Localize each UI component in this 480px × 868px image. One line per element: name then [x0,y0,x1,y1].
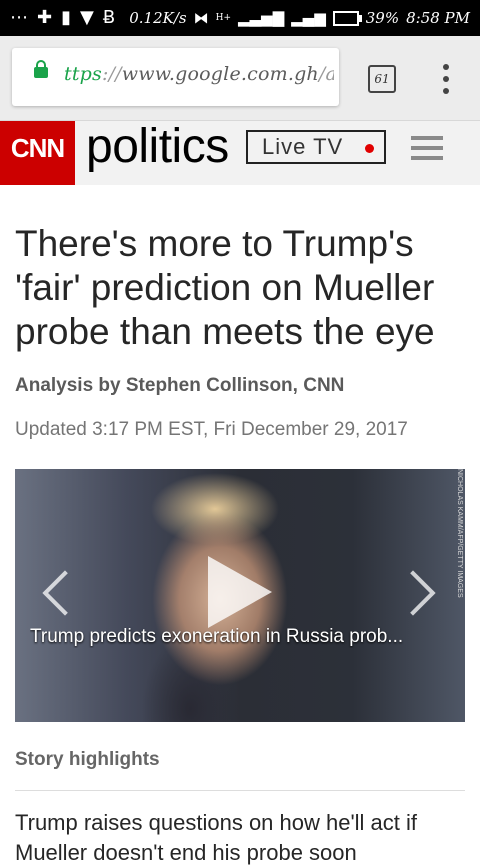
article-byline: Analysis by Stephen Collinson, CNN [15,375,345,396]
video-player[interactable]: NICHOLAS KAMM/AFP/GETTY IMAGES Trump pre… [15,469,465,722]
previous-video-icon[interactable] [42,570,88,616]
url-text[interactable]: ttps://www.google.com.gh/a [64,63,334,85]
section-title[interactable]: politics [86,119,229,174]
battery-icon [332,10,362,26]
live-tv-label: Live TV [262,134,344,159]
story-highlight-item: Trump raises questions on how he'll act … [15,810,418,865]
overflow-menu-icon[interactable] [438,64,454,94]
address-bar[interactable]: ttps://www.google.com.gh/a [12,48,339,106]
url-scheme: ttps [64,63,102,85]
notification-icons: ⋯ ✚ ▮ ▼ Ƀ [10,6,115,30]
video-caption: Trump predicts exoneration in Russia pro… [30,626,404,647]
play-icon[interactable] [208,556,272,628]
alert-icon: ▮ [61,7,71,28]
more-dots-icon: ⋯ [10,7,28,28]
shield-icon: ▼ [80,7,94,28]
browser-toolbar: ttps://www.google.com.gh/a 61 [0,36,480,120]
live-indicator-icon [365,144,374,153]
clock: 8:58 PM [406,9,470,27]
url-path: /a [318,63,334,85]
live-tv-button[interactable]: Live TV [246,130,386,164]
hamburger-menu-icon[interactable] [411,136,443,160]
bitcoin-icon: Ƀ [102,7,116,28]
vibrate-icon: ⧓ [193,9,209,27]
signal-bars-icon: ▂▃▅▇ [237,9,285,27]
plus-icon: ✚ [37,7,53,28]
divider [15,790,465,791]
tab-switcher-button[interactable]: 61 [368,65,396,93]
next-video-icon[interactable] [390,570,436,616]
signal-h-plus-icon: H+ [215,13,231,23]
url-host: www.google.com.gh [121,63,319,85]
cnn-logo[interactable]: CNN [0,121,75,185]
article-headline: There's more to Trump's 'fair' predictio… [15,223,435,352]
system-indicators: 0.12K/s ⧓ H+ ▂▃▅▇ ▂▄▆ 39% 8:58 PM [129,6,470,30]
battery-percent: 39% [365,9,400,27]
article-timestamp: Updated 3:17 PM EST, Fri December 29, 20… [15,419,408,440]
url-separator: :// [101,63,122,85]
status-bar: ⋯ ✚ ▮ ▼ Ƀ 0.12K/s ⧓ H+ ▂▃▅▇ ▂▄▆ 39% 8:58… [0,0,480,36]
net-speed: 0.12K/s [129,9,187,27]
lock-icon [34,60,48,78]
cell-signal-icon: ▂▄▆ [291,9,326,27]
site-header: CNN politics Live TV [0,120,480,185]
story-highlights-heading: Story highlights [15,749,160,770]
photo-credit: NICHOLAS KAMM/AFP/GETTY IMAGES [456,469,463,598]
